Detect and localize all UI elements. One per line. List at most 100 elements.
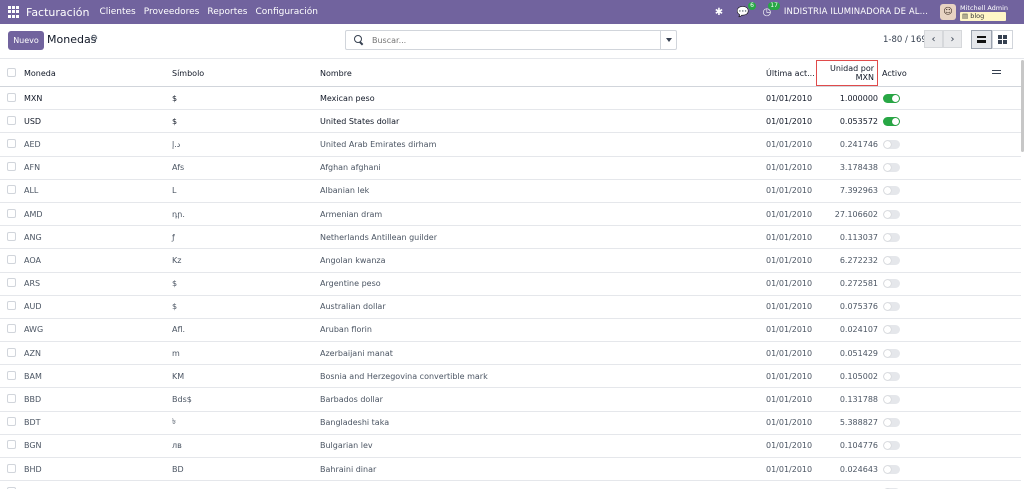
table-row[interactable]: AMD դր. Armenian dram 01/01/2010 27.106602 xyxy=(0,202,1021,227)
row-select-cell[interactable] xyxy=(0,179,24,203)
messages-icon[interactable]: 💬 6 xyxy=(736,2,756,19)
kanban-view-button[interactable] xyxy=(992,30,1013,49)
row-select-cell[interactable] xyxy=(0,86,24,111)
pager-previous-button[interactable]: ‹ xyxy=(924,30,943,48)
table-row[interactable]: BAM KM Bosnia and Herzegovina convertible … xyxy=(0,364,1021,389)
row-select-cell[interactable] xyxy=(0,411,24,435)
active-toggle[interactable] xyxy=(883,279,900,289)
row-checkbox[interactable] xyxy=(7,115,16,125)
row-select-cell[interactable] xyxy=(0,248,24,273)
pager-next-button[interactable]: › xyxy=(943,30,962,48)
row-checkbox[interactable] xyxy=(7,463,16,473)
row-checkbox[interactable] xyxy=(7,162,16,172)
search-options-toggle[interactable] xyxy=(660,31,676,49)
active-toggle[interactable] xyxy=(883,395,900,405)
app-name[interactable]: Facturación xyxy=(26,6,89,19)
table-row[interactable]: BGN лв Bulgarian lev 01/01/2010 0.104776 xyxy=(0,434,1021,459)
row-checkbox[interactable] xyxy=(7,347,16,357)
row-select-cell[interactable] xyxy=(0,225,24,250)
table-row[interactable]: BHD BD Bahraini dinar 01/01/2010 0.024643 xyxy=(0,457,1021,482)
header-name[interactable]: Nombre xyxy=(320,60,766,87)
header-active[interactable]: Activo xyxy=(882,60,992,87)
active-toggle[interactable] xyxy=(883,464,900,474)
table-row[interactable]: AFN Afs Afghan afghani 01/01/2010 3.178438 xyxy=(0,156,1021,180)
active-toggle[interactable] xyxy=(883,209,900,219)
row-select-cell[interactable] xyxy=(0,480,24,489)
optional-columns-icon[interactable] xyxy=(992,68,1001,76)
new-button[interactable]: Nuevo xyxy=(8,31,44,50)
table-row[interactable]: MXN $ Mexican peso 01/01/2010 1.000000 xyxy=(0,86,1021,111)
table-row[interactable]: BBD Bds$ Barbados dollar 01/01/2010 0.131788 xyxy=(0,387,1021,412)
row-checkbox[interactable] xyxy=(7,370,16,380)
table-row[interactable]: BDT ৳ Bangladeshi taka 01/01/2010 5.388827 xyxy=(0,411,1021,435)
active-toggle[interactable] xyxy=(883,441,900,451)
table-row[interactable]: BIFFBuBurundian franc01/01/201092.048436 xyxy=(0,480,1021,489)
row-select-cell[interactable] xyxy=(0,341,24,366)
row-select-cell[interactable] xyxy=(0,457,24,482)
row-checkbox[interactable] xyxy=(7,254,16,264)
row-select-cell[interactable] xyxy=(0,156,24,180)
row-checkbox[interactable] xyxy=(7,185,16,195)
search-bar[interactable] xyxy=(345,30,677,50)
pager-value[interactable]: 1-80 / 169 xyxy=(883,35,927,45)
row-select-cell[interactable] xyxy=(0,295,24,319)
menu-reportes[interactable]: Reportes xyxy=(207,7,247,17)
row-checkbox[interactable] xyxy=(7,278,16,288)
row-select-cell[interactable] xyxy=(0,434,24,459)
menu-configuracion[interactable]: Configuración xyxy=(255,7,317,17)
row-select-cell[interactable] xyxy=(0,109,24,134)
activities-icon[interactable]: ◷ 17 xyxy=(760,2,780,19)
active-toggle[interactable] xyxy=(883,255,900,265)
active-toggle[interactable] xyxy=(883,232,900,242)
row-checkbox[interactable] xyxy=(7,324,16,334)
active-toggle[interactable] xyxy=(883,418,900,428)
row-checkbox[interactable] xyxy=(7,208,16,218)
row-select-cell[interactable] xyxy=(0,387,24,412)
header-currency[interactable]: Moneda xyxy=(24,60,172,87)
bug-icon[interactable]: ✱ xyxy=(712,5,726,19)
gear-icon[interactable]: ⚙ xyxy=(90,34,98,44)
active-toggle[interactable] xyxy=(883,325,900,335)
apps-menu-icon[interactable] xyxy=(8,6,20,18)
table-row[interactable]: ALL L Albanian lek 01/01/2010 7.392963 xyxy=(0,179,1021,203)
row-checkbox[interactable] xyxy=(7,231,16,241)
menu-proveedores[interactable]: Proveedores xyxy=(144,7,200,17)
company-switcher[interactable]: INDISTRIA ILUMINADORA DE AL... xyxy=(784,7,928,17)
table-row[interactable]: AED د.إ United Arab Emirates dirham 01/01/2… xyxy=(0,132,1021,157)
row-select-cell[interactable] xyxy=(0,318,24,343)
active-toggle[interactable] xyxy=(883,116,900,126)
select-all-cell[interactable] xyxy=(0,60,24,87)
row-select-cell[interactable] xyxy=(0,132,24,157)
row-checkbox[interactable] xyxy=(7,417,16,427)
header-last-date[interactable]: Última act... xyxy=(766,60,818,87)
active-toggle[interactable] xyxy=(883,348,900,358)
row-checkbox[interactable] xyxy=(7,138,16,148)
header-rate-cell[interactable]: Unidad por MXN xyxy=(816,60,882,87)
menu-clientes[interactable]: Clientes xyxy=(99,7,135,17)
header-rate[interactable]: Unidad por MXN xyxy=(816,60,878,86)
row-select-cell[interactable] xyxy=(0,202,24,227)
active-toggle[interactable] xyxy=(883,139,900,149)
row-select-cell[interactable] xyxy=(0,272,24,296)
user-avatar[interactable]: ☺ xyxy=(940,4,956,20)
user-menu[interactable]: Mitchell Admin ▤ blog xyxy=(960,4,1016,21)
search-input[interactable] xyxy=(372,35,662,45)
active-toggle[interactable] xyxy=(883,186,900,196)
table-row[interactable]: ANG ƒ Netherlands Antillean guilder 01/01/2… xyxy=(0,225,1021,250)
table-row[interactable]: AOA Kz Angolan kwanza 01/01/2010 6.272232 xyxy=(0,248,1021,273)
table-row[interactable]: AZN m Azerbaijani manat 01/01/2010 0.051429 xyxy=(0,341,1021,366)
row-select-cell[interactable] xyxy=(0,364,24,389)
table-row[interactable]: AUD $ Australian dollar 01/01/2010 0.075376 xyxy=(0,295,1021,319)
row-checkbox[interactable] xyxy=(7,440,16,450)
row-checkbox[interactable] xyxy=(7,394,16,404)
table-row[interactable]: ARS $ Argentine peso 01/01/2010 0.272581 xyxy=(0,272,1021,296)
active-toggle[interactable] xyxy=(883,163,900,173)
active-toggle[interactable] xyxy=(883,371,900,381)
table-row[interactable]: AWG Afl. Aruban florin 01/01/2010 0.024107 xyxy=(0,318,1021,343)
active-toggle[interactable] xyxy=(883,93,900,103)
header-symbol[interactable]: Símbolo xyxy=(172,60,320,87)
table-row[interactable]: USD $ United States dollar 01/01/2010 0.0535… xyxy=(0,109,1021,134)
row-checkbox[interactable] xyxy=(7,92,16,102)
optional-columns-cell[interactable] xyxy=(992,60,1021,87)
active-toggle[interactable] xyxy=(883,302,900,312)
